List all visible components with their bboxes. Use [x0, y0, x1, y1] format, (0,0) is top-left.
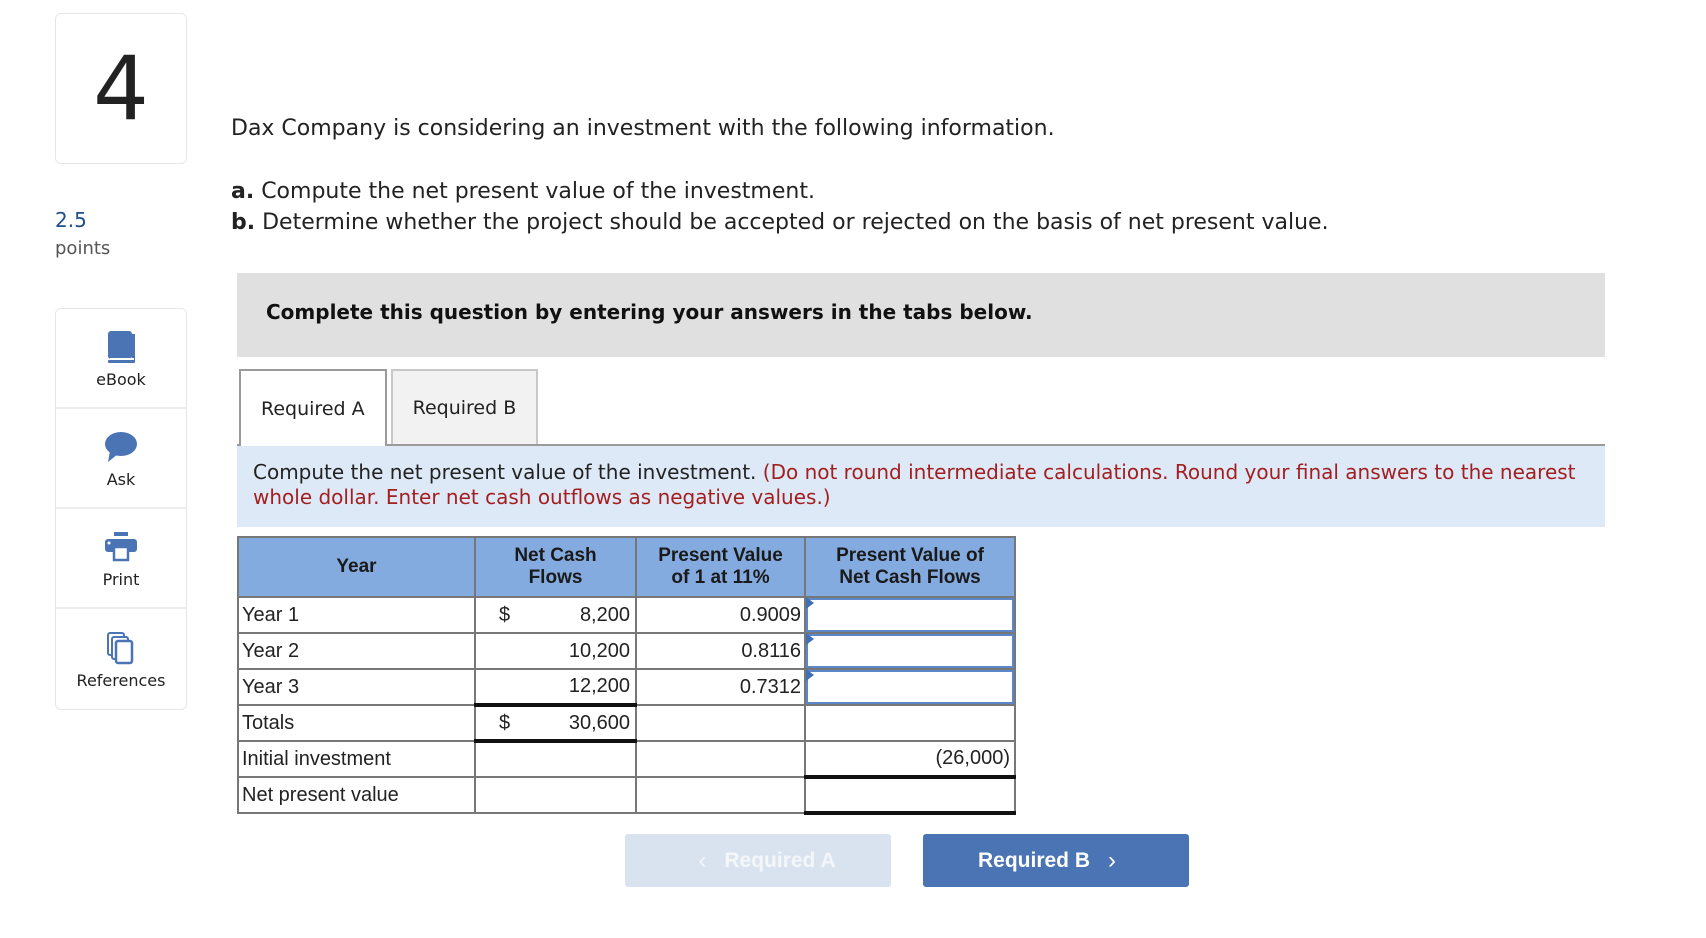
- requirement-text: Compute the net present value of the inv…: [254, 179, 815, 204]
- next-required-b-button[interactable]: Required B ›: [923, 834, 1189, 887]
- cell-year: Year 1: [237, 596, 476, 634]
- tab-required-a[interactable]: Required A: [239, 369, 387, 446]
- currency-symbol: $: [499, 711, 511, 734]
- points-label: points: [55, 238, 111, 259]
- table-row: Year 2 10,200 0.8116: [237, 632, 1016, 670]
- cell-pv-ncf: [804, 632, 1016, 670]
- cell-npv-label: Net present value: [237, 776, 476, 814]
- instruction-text: Complete this question by entering your …: [266, 300, 1033, 324]
- requirement-letter: b.: [231, 210, 256, 235]
- cell-initial-investment-value: (26,000): [804, 740, 1016, 779]
- cell-net-cash-flow: 12,200: [474, 668, 637, 706]
- currency-symbol: $: [499, 603, 511, 626]
- cell-pv-factor: 0.8116: [635, 632, 806, 670]
- tab-bar: Required A Required B: [239, 369, 542, 446]
- requirement-a: a. Compute the net present value of the …: [231, 176, 1329, 207]
- requirement-letter: a.: [231, 179, 255, 204]
- documents-icon: [106, 629, 136, 667]
- tool-ask[interactable]: Ask: [56, 409, 186, 509]
- input-flag-icon: [806, 669, 814, 681]
- cell-year: Year 2: [237, 632, 476, 670]
- ncf-value: 8,200: [579, 603, 630, 626]
- table-row-totals: Totals $30,600: [237, 703, 1016, 743]
- tool-label: Print: [102, 569, 140, 589]
- requirement-b: b. Determine whether the project should …: [231, 207, 1329, 238]
- header-year: Year: [237, 536, 476, 598]
- question-number-box: 4: [55, 13, 187, 164]
- header-text: Year: [336, 556, 377, 577]
- header-text: Present Value of: [836, 545, 984, 566]
- prev-required-a-button[interactable]: ‹ Required A: [625, 834, 891, 887]
- cell-total-pv-ncf: [804, 704, 1016, 742]
- cell-empty: [635, 740, 806, 778]
- question-number: 4: [93, 36, 149, 140]
- cell-empty: [474, 776, 637, 814]
- prompt-text: Compute the net present value of the inv…: [253, 460, 763, 484]
- requirement-text: Determine whether the project should be …: [255, 210, 1329, 235]
- ncf-value: 12,200: [568, 675, 630, 697]
- table-row-initial-investment: Initial investment (26,000): [237, 740, 1016, 779]
- pv-ncf-input-year-1[interactable]: [806, 598, 1014, 632]
- input-flag-icon: [806, 633, 814, 645]
- pv-ncf-input-year-3[interactable]: [806, 670, 1014, 704]
- instruction-banner: Complete this question by entering your …: [237, 273, 1605, 357]
- pv-ncf-input-year-2[interactable]: [806, 634, 1014, 668]
- tool-label: eBook: [96, 369, 146, 389]
- header-pv-factor: Present Value of 1 at 11%: [635, 536, 806, 598]
- table-header-row: Year Net Cash Flows Present Value of 1 at …: [237, 536, 1016, 598]
- requirements-list: a. Compute the net present value of the …: [231, 176, 1329, 238]
- prev-button-label: Required A: [724, 848, 836, 872]
- cell-total-ncf: $30,600: [474, 703, 637, 743]
- cell-net-cash-flow: $8,200: [474, 596, 637, 634]
- table-row: Year 1 $8,200 0.9009: [237, 596, 1016, 634]
- cell-pv-factor: 0.9009: [635, 596, 806, 634]
- tool-references[interactable]: References: [56, 609, 186, 709]
- header-text: Present Value: [658, 545, 783, 566]
- chevron-left-icon: ‹: [698, 846, 707, 874]
- cell-pv-ncf: [804, 596, 1016, 634]
- header-text: Flows: [528, 567, 583, 588]
- tool-ebook[interactable]: eBook: [56, 309, 186, 409]
- cell-pv-factor: 0.7312: [635, 668, 806, 706]
- next-button-label: Required B: [977, 848, 1090, 872]
- prompt-box: Compute the net present value of the inv…: [237, 446, 1605, 527]
- tool-label: Ask: [106, 469, 136, 489]
- tool-label: References: [76, 670, 166, 690]
- header-text: of 1 at 11%: [671, 567, 770, 588]
- table-row-npv: Net present value: [237, 776, 1016, 815]
- book-icon: [106, 328, 136, 366]
- header-net-cash-flows: Net Cash Flows: [474, 536, 637, 598]
- speech-bubble-icon: [104, 428, 138, 466]
- tools-panel: eBook Ask Print References: [55, 308, 187, 710]
- tool-print[interactable]: Print: [56, 509, 186, 609]
- total-ncf-value: 30,600: [568, 711, 630, 734]
- cell-totals-label: Totals: [237, 704, 476, 742]
- header-text: Net Cash: [514, 545, 597, 566]
- npv-table: Year Net Cash Flows Present Value of 1 at …: [237, 536, 1016, 815]
- input-flag-icon: [806, 597, 814, 609]
- table-row: Year 3 12,200 0.7312: [237, 668, 1016, 706]
- header-text: Net Cash Flows: [839, 567, 981, 588]
- tab-required-b[interactable]: Required B: [390, 369, 539, 445]
- cell-npv-value: [804, 776, 1016, 815]
- cell-year: Year 3: [237, 668, 476, 706]
- cell-empty: [635, 776, 806, 814]
- chevron-right-icon: ›: [1108, 846, 1116, 874]
- cell-empty: [474, 740, 637, 778]
- printer-icon: [105, 528, 137, 566]
- cell-empty: [635, 704, 806, 742]
- cell-net-cash-flow: 10,200: [474, 632, 637, 670]
- question-intro: Dax Company is considering an investment…: [231, 116, 1055, 141]
- header-pv-net-cash-flows: Present Value of Net Cash Flows: [804, 536, 1016, 598]
- cell-initial-investment-label: Initial investment: [237, 740, 476, 778]
- points-value: 2.5: [55, 208, 87, 232]
- ncf-value: 10,200: [568, 639, 630, 662]
- cell-pv-ncf: [804, 668, 1016, 706]
